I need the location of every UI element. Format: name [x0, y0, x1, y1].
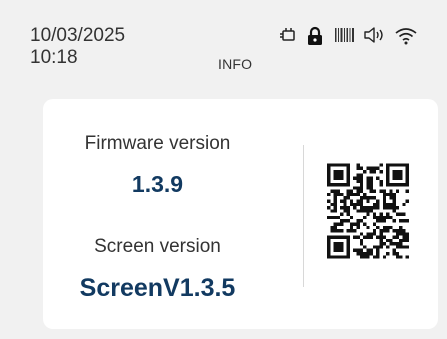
wifi-icon [395, 28, 417, 45]
lock-icon [308, 26, 322, 45]
firmware-value: 1.3.9 [131, 171, 184, 197]
charging-icon [280, 28, 295, 41]
screen-value: ScreenV1.3.5 [79, 274, 236, 302]
qr-code [327, 163, 409, 259]
status-bar: 10/03/2025 10:18 INFO [0, 0, 447, 80]
status-date: 10/03/2025 [30, 25, 126, 46]
screen-label: Screen version [94, 236, 221, 257]
status-time: 10:18 [30, 47, 78, 68]
card-divider [303, 145, 304, 287]
speaker-icon [364, 27, 383, 43]
barcode-icon [335, 28, 354, 42]
info-card: Firmware version 1.3.9 Screen version Sc… [43, 99, 438, 329]
firmware-label: Firmware version [84, 133, 231, 154]
screen-title: INFO [218, 56, 253, 72]
